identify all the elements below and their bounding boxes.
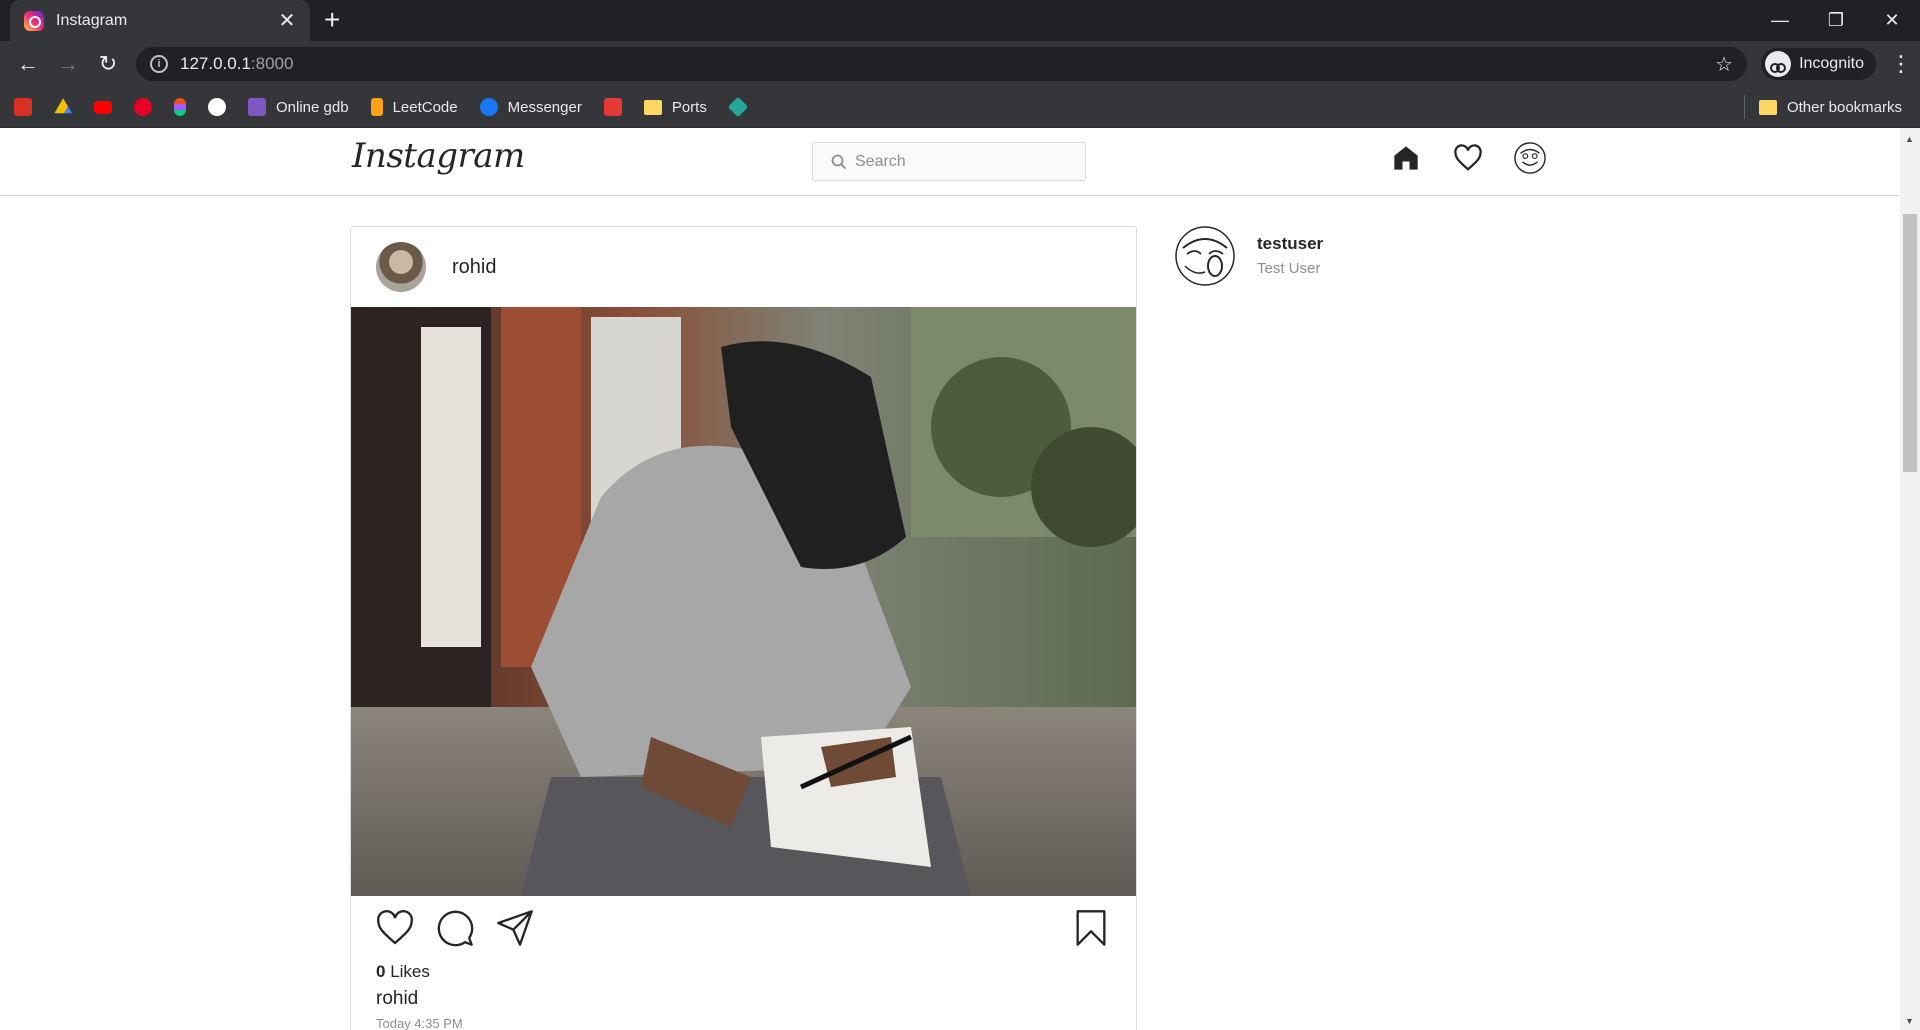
post-card: rohid 0 Likes rohid Today 4:35 PM	[350, 226, 1137, 1030]
bookmark-other[interactable]: Other bookmarks	[1758, 98, 1902, 116]
tab-close-icon[interactable]: ✕	[276, 8, 298, 33]
bookmark-leetcode[interactable]: LeetCode	[370, 98, 458, 116]
restore-icon[interactable]: ❐	[1808, 0, 1864, 41]
onlinegdb-icon	[248, 98, 266, 116]
window-close-icon[interactable]: ✕	[1864, 0, 1920, 41]
post-photo	[351, 307, 1136, 896]
messenger-icon	[479, 98, 498, 116]
drive-icon	[54, 98, 72, 114]
bookmark-label: Other bookmarks	[1786, 98, 1902, 116]
bookmark-star-icon[interactable]: ☆	[1715, 52, 1733, 77]
profile-avatar-icon[interactable]	[1514, 142, 1546, 174]
share-send-icon[interactable]	[495, 908, 535, 948]
url-host: 127.0.0.1	[180, 54, 251, 73]
bookmark-label: LeetCode	[392, 98, 458, 116]
leetcode-icon	[370, 98, 383, 116]
post-actions	[351, 896, 1136, 962]
minimize-icon[interactable]: —	[1752, 0, 1808, 41]
scroll-down-icon[interactable]: ▼	[1905, 1016, 1914, 1026]
site-info-icon[interactable]: i	[150, 55, 168, 73]
bookmark-youtube[interactable]	[94, 100, 112, 114]
scroll-up-icon[interactable]: ▲	[1905, 134, 1914, 144]
caption-username[interactable]: rohid	[376, 988, 1136, 1010]
bookmark-ports[interactable]: Ports	[643, 98, 707, 116]
browser-tab[interactable]: Instagram ✕	[10, 0, 310, 41]
bookmark-figma[interactable]	[174, 98, 186, 116]
likes-count[interactable]: 0 Likes	[376, 962, 1136, 982]
instagram-favicon-icon	[24, 10, 44, 31]
page-viewport: Instagram rohid	[0, 128, 1900, 1030]
bookmark-github[interactable]	[208, 98, 226, 116]
save-bookmark-icon[interactable]	[1071, 908, 1111, 948]
back-arrow-icon[interactable]: ←	[10, 46, 46, 82]
search-icon	[831, 154, 847, 169]
home-icon[interactable]	[1390, 142, 1422, 174]
user-avatar[interactable]	[1175, 226, 1235, 286]
scrollbar-thumb[interactable]	[1903, 214, 1917, 472]
browser-toolbar: ← → ↻ i 127.0.0.1:8000 ☆ Incognito ⋮	[0, 41, 1920, 87]
gmail-icon	[14, 98, 32, 116]
url-text: 127.0.0.1:8000	[180, 54, 293, 74]
bookmark-label: Online gdb	[276, 98, 349, 116]
page-scrollbar[interactable]: ▲ ▼	[1900, 128, 1920, 1030]
profile-label: Incognito	[1799, 55, 1864, 72]
bookmark-onlinegdb[interactable]: Online gdb	[248, 98, 349, 116]
ig-nav	[1390, 142, 1576, 174]
url-port: :8000	[250, 54, 294, 73]
likes-number: 0	[376, 962, 386, 981]
user-info: testuser Test User	[1257, 234, 1323, 277]
github-icon	[208, 98, 226, 116]
post-header: rohid	[351, 227, 1136, 307]
folder-icon	[643, 99, 662, 115]
figma-icon	[174, 98, 186, 116]
menu-kebab-icon[interactable]: ⋮	[1890, 51, 1912, 77]
bookmark-label: Ports	[671, 98, 707, 116]
post-timestamp: Today 4:35 PM	[376, 1016, 463, 1030]
search-input[interactable]	[855, 152, 1075, 171]
heart-icon[interactable]	[1452, 142, 1484, 174]
instagram-logo[interactable]: Instagram	[352, 136, 525, 176]
bookmark-pinterest[interactable]	[134, 98, 152, 116]
bookmarks-bar: Online gdb LeetCode Messenger Ports Othe…	[0, 87, 1920, 128]
reload-icon[interactable]: ↻	[90, 46, 126, 82]
post-username[interactable]: rohid	[452, 256, 496, 279]
ig-header: Instagram	[0, 128, 1900, 196]
bookmark-diamond[interactable]	[727, 96, 749, 118]
bookmark-messenger[interactable]: Messenger	[479, 98, 582, 116]
forward-arrow-icon[interactable]: →	[50, 46, 86, 82]
pinterest-icon	[134, 98, 152, 116]
comment-icon[interactable]	[435, 908, 475, 948]
sidebar-username[interactable]: testuser	[1257, 234, 1323, 254]
folder-icon	[1758, 99, 1777, 115]
bookmark-download[interactable]	[603, 98, 622, 116]
post-image[interactable]	[351, 307, 1136, 896]
likes-label: Likes	[390, 962, 430, 981]
browser-tab-strip: Instagram ✕ + — ❐ ✕	[0, 0, 1920, 41]
search-box[interactable]	[812, 142, 1086, 181]
tab-title: Instagram	[56, 11, 128, 29]
post-meta: 0 Likes rohid Today 4:35 PM	[351, 962, 1136, 1030]
post-author-avatar[interactable]	[376, 242, 426, 292]
current-user-card: testuser Test User	[1175, 226, 1323, 286]
sidebar-fullname: Test User	[1257, 260, 1321, 277]
bookmark-drive[interactable]	[54, 98, 72, 116]
address-bar[interactable]: i 127.0.0.1:8000 ☆	[136, 47, 1748, 81]
diamond-icon	[727, 96, 749, 118]
incognito-icon	[1765, 51, 1792, 77]
window-controls: — ❐ ✕	[1752, 0, 1920, 41]
bookmark-gmail[interactable]	[14, 98, 32, 116]
profile-button[interactable]: Incognito	[1761, 48, 1876, 80]
new-tab-icon[interactable]: +	[324, 6, 340, 34]
youtube-icon	[94, 100, 112, 114]
bookmark-label: Messenger	[507, 98, 582, 116]
download-icon	[603, 98, 622, 116]
bookmarks-divider	[1743, 95, 1745, 119]
like-heart-icon[interactable]	[375, 908, 415, 948]
